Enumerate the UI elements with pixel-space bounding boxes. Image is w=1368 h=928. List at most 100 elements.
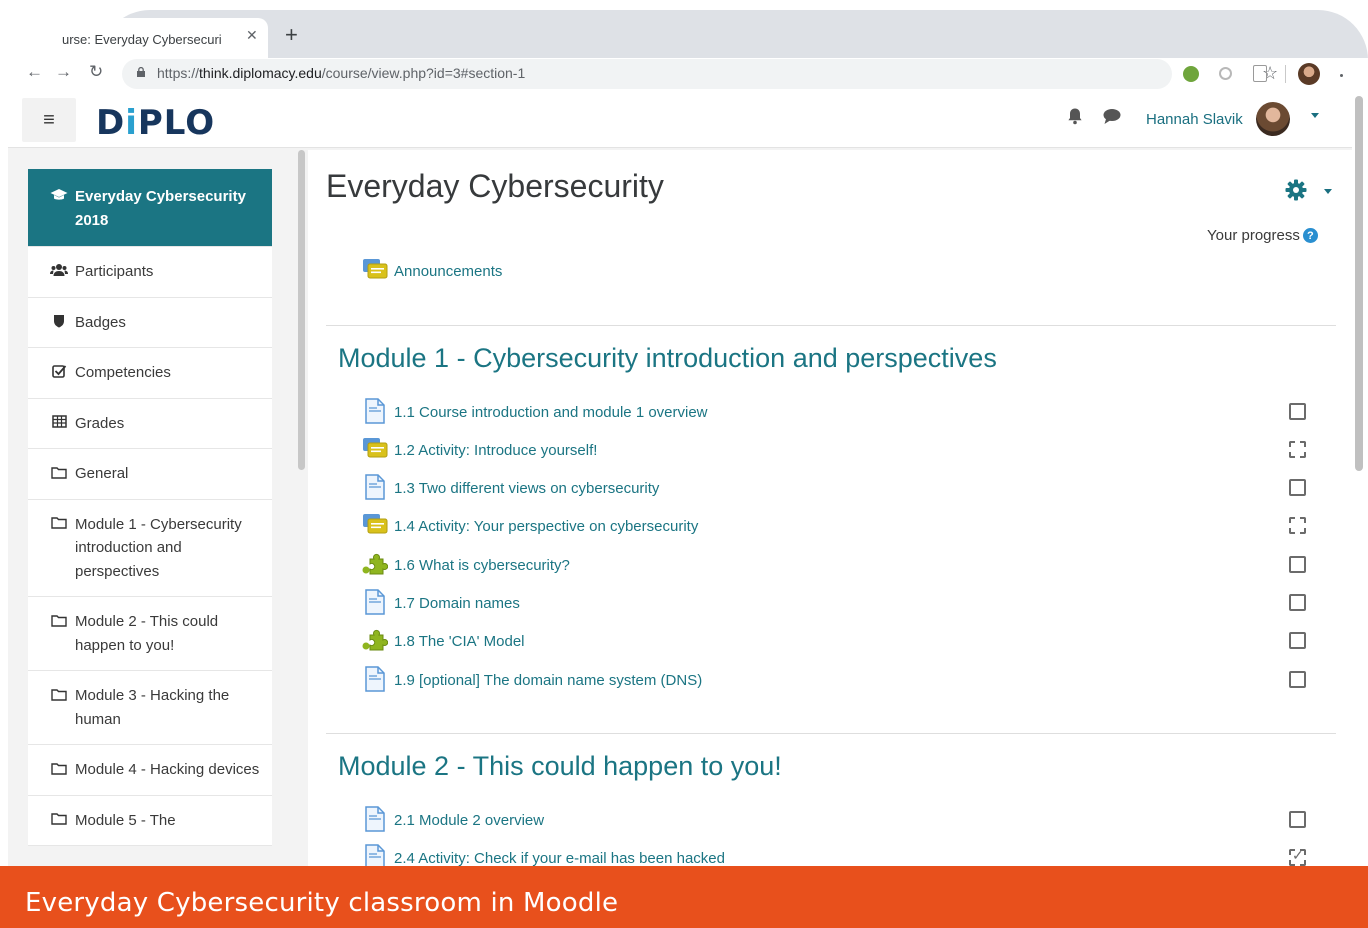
section-divider — [326, 325, 1336, 326]
completion-checkbox[interactable] — [1289, 479, 1306, 496]
url-field[interactable]: https://think.diplomacy.edu/course/view.… — [122, 59, 1278, 89]
back-icon[interactable]: ← — [26, 62, 43, 82]
nav-item-participants[interactable]: Participants — [28, 247, 272, 298]
activity-row[interactable]: 1.3 Two different views on cybersecurity — [362, 472, 1322, 502]
forward-icon[interactable]: → — [55, 62, 72, 82]
url-path: /course/view.php?id=3#section-1 — [321, 65, 526, 81]
completion-checkbox[interactable] — [1289, 811, 1306, 828]
close-tab-icon[interactable]: ✕ — [246, 27, 258, 44]
section-title-module-2[interactable]: Module 2 - This could happen to you! — [338, 751, 782, 782]
activity-link[interactable]: 1.6 What is cybersecurity? — [394, 557, 570, 574]
activity-link[interactable]: Announcements — [394, 263, 502, 280]
user-menu-caret-icon[interactable] — [1311, 113, 1319, 118]
nav-item-label: Badges — [75, 313, 126, 331]
activity-row[interactable]: 2.1 Module 2 overview — [362, 804, 1322, 834]
table-icon — [50, 413, 68, 431]
lock-icon — [137, 67, 145, 77]
page-icon — [365, 666, 385, 692]
browser-menu-icon[interactable] — [1340, 74, 1343, 77]
page-icon — [365, 806, 385, 832]
folder-icon — [50, 685, 68, 703]
nav-item-module-2[interactable]: Module 2 - This could happen to you! — [28, 597, 272, 671]
extension-document-icon[interactable] — [1253, 65, 1267, 82]
nav-item-label: Grades — [75, 414, 125, 432]
section-divider — [326, 733, 1336, 734]
activity-link[interactable]: 1.2 Activity: Introduce yourself! — [394, 442, 597, 459]
browser-tab-strip: urse: Everyday Cybersecuri ✕ + — [0, 0, 1368, 60]
page-icon — [365, 589, 385, 615]
extension-check-icon[interactable] — [1183, 66, 1199, 82]
nav-item-label: Competencies — [75, 364, 171, 381]
activity-row[interactable]: 1.9 [optional] The domain name system (D… — [362, 664, 1322, 694]
moodle-navbar: ≡ DiPLO Hannah Slavik — [8, 94, 1352, 148]
page-icon — [365, 844, 385, 866]
activity-row[interactable]: 1.4 Activity: Your perspective on cybers… — [362, 510, 1322, 540]
shield-icon — [50, 312, 68, 330]
activity-row[interactable]: 1.7 Domain names — [362, 587, 1322, 617]
activity-link[interactable]: 1.3 Two different views on cybersecurity — [394, 480, 659, 497]
activity-link[interactable]: 1.7 Domain names — [394, 595, 520, 612]
users-icon — [50, 261, 68, 279]
activity-row[interactable]: 1.1 Course introduction and module 1 ove… — [362, 396, 1322, 426]
nav-item-module-3[interactable]: Module 3 - Hacking the human — [28, 671, 272, 745]
nav-item-module-4[interactable]: Module 4 - Hacking devices — [28, 745, 272, 796]
completion-checkbox[interactable] — [1289, 403, 1306, 420]
nav-item-badges[interactable]: Badges — [28, 297, 272, 348]
user-name-link[interactable]: Hannah Slavik — [1146, 111, 1243, 128]
drawer-scrollbar[interactable] — [298, 150, 305, 470]
nav-item-label: Module 4 - Hacking devices — [75, 761, 260, 778]
browser-tab[interactable]: urse: Everyday Cybersecuri ✕ — [36, 18, 268, 60]
completion-checkbox[interactable] — [1289, 632, 1306, 649]
activity-link[interactable]: 2.4 Activity: Check if your e-mail has b… — [394, 850, 725, 866]
nav-item-module-5[interactable]: Module 5 - The — [28, 795, 272, 846]
activity-row[interactable]: 1.8 The 'CIA' Model — [362, 625, 1322, 655]
url-text: https://think.diplomacy.edu/course/view.… — [157, 65, 525, 81]
nav-item-module-1[interactable]: Module 1 - Cybersecurity introduction an… — [28, 499, 272, 597]
folder-icon — [50, 759, 68, 777]
logo-text-plo: PLO — [137, 103, 216, 143]
activity-link[interactable]: 1.4 Activity: Your perspective on cybers… — [394, 518, 698, 535]
folder-icon — [50, 810, 68, 828]
puzzle-icon — [362, 553, 388, 575]
activity-row[interactable]: 1.2 Activity: Introduce yourself! — [362, 434, 1322, 464]
puzzle-icon — [362, 629, 388, 651]
tab-title: urse: Everyday Cybersecuri — [62, 31, 222, 47]
your-progress: Your progress ? — [1207, 227, 1318, 244]
settings-caret-icon[interactable] — [1324, 189, 1332, 194]
activity-announcements[interactable]: Announcements — [362, 255, 1322, 285]
messages-chat-icon[interactable] — [1102, 107, 1122, 125]
help-icon[interactable]: ? — [1302, 228, 1318, 243]
completion-checkbox[interactable] — [1289, 671, 1306, 688]
section-title-module-1[interactable]: Module 1 - Cybersecurity introduction an… — [338, 343, 997, 374]
hamburger-menu-icon[interactable]: ≡ — [22, 98, 76, 142]
completion-checkbox[interactable] — [1289, 594, 1306, 611]
diplo-logo[interactable]: DiPLO — [96, 103, 215, 143]
nav-item-grades[interactable]: Grades — [28, 398, 272, 449]
gear-icon[interactable] — [1285, 179, 1307, 201]
nav-item-label: Module 1 - Cybersecurity introduction an… — [75, 515, 242, 580]
user-avatar[interactable] — [1256, 102, 1290, 136]
graduation-cap-icon — [50, 186, 68, 204]
extension-circle-icon[interactable] — [1219, 67, 1232, 80]
completion-checkbox[interactable] — [1289, 556, 1306, 573]
nav-item-label: Participants — [75, 263, 154, 280]
activity-row[interactable]: 2.4 Activity: Check if your e-mail has b… — [362, 842, 1322, 866]
reload-icon[interactable]: ↻ — [89, 62, 103, 82]
activity-link[interactable]: 1.1 Course introduction and module 1 ove… — [394, 404, 708, 421]
page-scrollbar[interactable] — [1355, 96, 1363, 471]
activity-link[interactable]: 2.1 Module 2 overview — [394, 812, 544, 829]
activity-link[interactable]: 1.8 The 'CIA' Model — [394, 633, 525, 650]
browser-address-bar: ← → ↻ https://think.diplomacy.edu/course… — [0, 58, 1368, 90]
activity-row[interactable]: 1.6 What is cybersecurity? — [362, 549, 1322, 579]
nav-item-competencies[interactable]: Competencies — [28, 348, 272, 399]
nav-item-general[interactable]: General — [28, 449, 272, 500]
notifications-bell-icon[interactable] — [1066, 107, 1084, 125]
browser-profile-avatar[interactable] — [1298, 63, 1320, 85]
url-host: think.diplomacy.edu — [199, 65, 322, 81]
folder-icon — [50, 611, 68, 629]
new-tab-icon[interactable]: + — [285, 24, 298, 46]
nav-item-course-home[interactable]: Everyday Cybersecurity 2018 — [28, 169, 272, 247]
activity-link[interactable]: 1.9 [optional] The domain name system (D… — [394, 672, 702, 689]
nav-item-label: Module 3 - Hacking the human — [75, 687, 230, 728]
url-scheme: https:// — [157, 65, 200, 81]
